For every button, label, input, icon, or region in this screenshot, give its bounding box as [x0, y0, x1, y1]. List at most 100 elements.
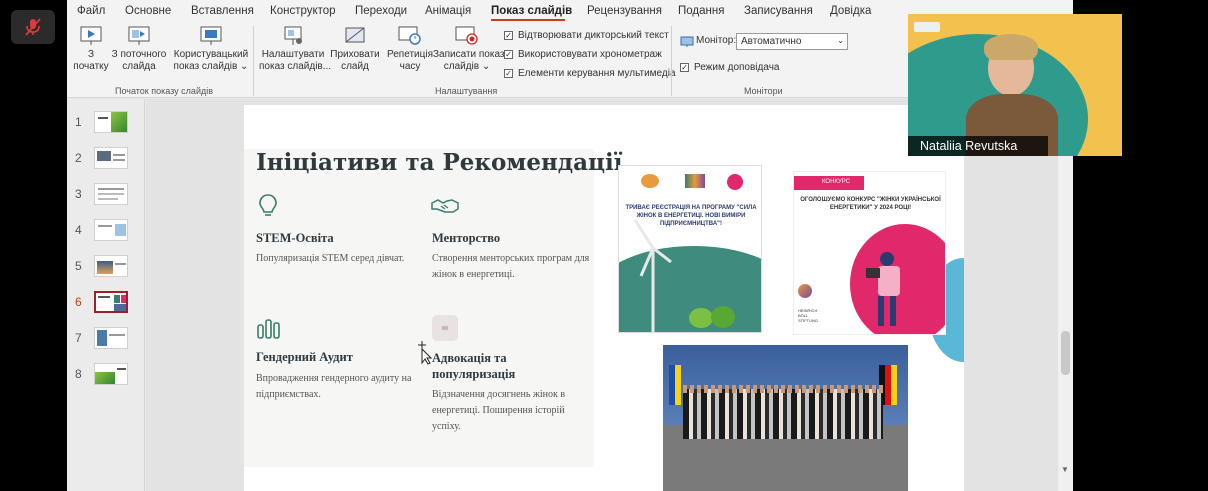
thumbnail-image: [94, 255, 128, 277]
bar-chart-icon: [257, 319, 280, 339]
poster-tree: [689, 308, 713, 328]
image-icon: [432, 315, 458, 341]
poster-person-leg: [878, 296, 884, 326]
use-timings-checkbox[interactable]: ✓ Використовувати хронометраж: [504, 49, 662, 60]
group-label-monitors: Монітори: [744, 86, 783, 96]
tab-transitions[interactable]: Переходи: [355, 5, 407, 17]
media-controls-checkbox[interactable]: ✓ Елементи керування мультимедіа: [504, 68, 676, 79]
record-slideshow-button[interactable]: Записати показ слайдів ⌄: [433, 26, 505, 73]
from-beginning-button[interactable]: З початку: [71, 26, 111, 73]
feature-title-mentoring: Менторство: [432, 231, 501, 245]
scrollbar-thumb[interactable]: [1061, 331, 1070, 375]
play-from-start-icon: [80, 26, 102, 45]
from-current-label-2: слайда: [122, 61, 156, 72]
checkmark-icon: ✓: [504, 68, 513, 78]
from-current-label-1: З поточного: [111, 49, 167, 60]
program-poster: ТРИВАЄ РЕЄСТРАЦІЯ НА ПРОГРАМУ "СИЛА ЖІНО…: [618, 165, 762, 333]
thumbnail-number: 4: [75, 223, 82, 237]
thumbnail-image: [94, 327, 128, 349]
setup-show-label-2: показ слайдів...: [259, 61, 332, 72]
rehearse-timings-button[interactable]: Репетиція часу: [385, 26, 435, 73]
thumbnail-number: 5: [75, 259, 82, 273]
use-timings-label: Використовувати хронометраж: [518, 49, 662, 60]
setup-slideshow-button[interactable]: Налаштувати показ слайдів...: [259, 26, 332, 73]
tab-recording[interactable]: Записування: [744, 5, 813, 17]
rehearse-label-1: Репетиція: [387, 49, 433, 60]
record-icon: [455, 26, 478, 45]
record-label-1: Записати показ: [433, 49, 505, 60]
presenter-view-checkbox[interactable]: ✓ Режим доповідача: [680, 62, 779, 73]
slide-title: Ініціативи та Рекомендації: [256, 149, 623, 176]
checkmark-icon: ✓: [680, 62, 689, 72]
tab-help[interactable]: Довідка: [830, 5, 871, 17]
tab-view[interactable]: Подання: [678, 5, 724, 17]
chevron-down-icon: ⌄: [837, 36, 844, 45]
mouse-cursor-icon: [418, 341, 432, 365]
slide-editor-area: Ініціативи та Рекомендації STEM-Освіта П…: [146, 99, 1073, 491]
tab-file[interactable]: Файл: [77, 5, 105, 17]
slide-thumbnail-7[interactable]: 7: [67, 327, 145, 357]
flag: [675, 365, 681, 405]
from-current-button[interactable]: З поточного слайда: [111, 26, 167, 73]
poster-tree: [711, 306, 735, 328]
poster-logo: [798, 284, 812, 298]
thumbnail-image: [94, 363, 128, 385]
poster-person-body: [878, 266, 900, 296]
play-narrations-checkbox[interactable]: ✓ Відтворювати дикторський текст: [504, 30, 669, 41]
poster-logo: [685, 174, 705, 188]
tab-animations[interactable]: Анімація: [425, 5, 471, 17]
flag: [891, 365, 897, 405]
current-slide[interactable]: Ініціативи та Рекомендації STEM-Освіта П…: [244, 105, 964, 491]
rehearse-timer-icon: [398, 26, 421, 45]
play-narrations-label: Відтворювати дикторський текст: [518, 30, 669, 41]
from-beginning-label-2: початку: [73, 61, 109, 72]
custom-slideshow-button[interactable]: Користувацький показ слайдів ⌄: [173, 26, 249, 73]
video-logo: [914, 22, 940, 32]
poster-person-leg: [890, 296, 896, 326]
monitor-select[interactable]: Автоматично ⌄: [736, 33, 848, 50]
vertical-scrollbar[interactable]: ▲ ▼: [1058, 99, 1073, 491]
microphone-muted-icon[interactable]: [11, 10, 55, 44]
poster-tag: КОНКУРС: [794, 176, 864, 190]
slide-thumbnail-1[interactable]: 1: [67, 111, 145, 141]
tab-review[interactable]: Рецензування: [587, 5, 662, 17]
participant-video[interactable]: Nataliia Revutska: [908, 14, 1122, 156]
tab-design[interactable]: Конструктор: [270, 5, 336, 17]
feature-text-mentoring: Створення менторських програм для жінок …: [432, 253, 590, 280]
group-label-setup: Налаштування: [435, 86, 498, 96]
tab-home[interactable]: Основне: [125, 5, 171, 17]
feature-title-gender-audit: Гендерний Аудит: [256, 350, 353, 364]
thumbnail-number: 2: [75, 151, 82, 165]
hide-slide-button[interactable]: Приховати слайд: [329, 26, 381, 73]
custom-show-label-2: показ слайдів ⌄: [173, 61, 249, 72]
monitor-label: Монітор:: [696, 35, 737, 46]
wind-turbine-icon: [633, 219, 672, 332]
feature-text-gender-audit: Впровадження гендерного аудиту на підпри…: [256, 373, 412, 400]
record-label-2: слайдів ⌄: [443, 61, 491, 72]
slide-thumbnail-5[interactable]: 5: [67, 255, 145, 285]
custom-show-icon: [200, 26, 222, 45]
scroll-down-icon[interactable]: ▼: [1061, 465, 1069, 474]
thumbnail-number: 1: [75, 115, 82, 129]
from-beginning-label-1: З: [87, 49, 95, 60]
custom-show-label-1: Користувацький: [173, 49, 249, 60]
slide-thumbnail-2[interactable]: 2: [67, 147, 145, 177]
setup-show-label-1: Налаштувати: [261, 49, 325, 60]
slide-thumbnail-3[interactable]: 3: [67, 183, 145, 213]
tab-slideshow[interactable]: Показ слайдів: [491, 5, 572, 17]
poster-logo: [641, 174, 659, 188]
tab-insert[interactable]: Вставлення: [191, 5, 254, 17]
rehearse-label-2: часу: [399, 61, 421, 72]
slide-thumbnail-8[interactable]: 8: [67, 363, 145, 393]
thumbnail-image: [94, 183, 128, 205]
checkmark-icon: ✓: [504, 49, 513, 59]
handshake-icon: [431, 199, 459, 213]
ribbon-separator: [671, 26, 672, 96]
slide-thumbnail-6[interactable]: 6: [67, 291, 145, 321]
monitor-icon: [680, 36, 694, 47]
ribbon-separator: [253, 26, 254, 96]
slide-thumbnail-4[interactable]: 4: [67, 219, 145, 249]
lightbulb-icon: [259, 194, 277, 216]
thumbnail-number: 8: [75, 367, 82, 381]
feature-title-advocacy: Адвокація та популяризація: [432, 351, 516, 381]
